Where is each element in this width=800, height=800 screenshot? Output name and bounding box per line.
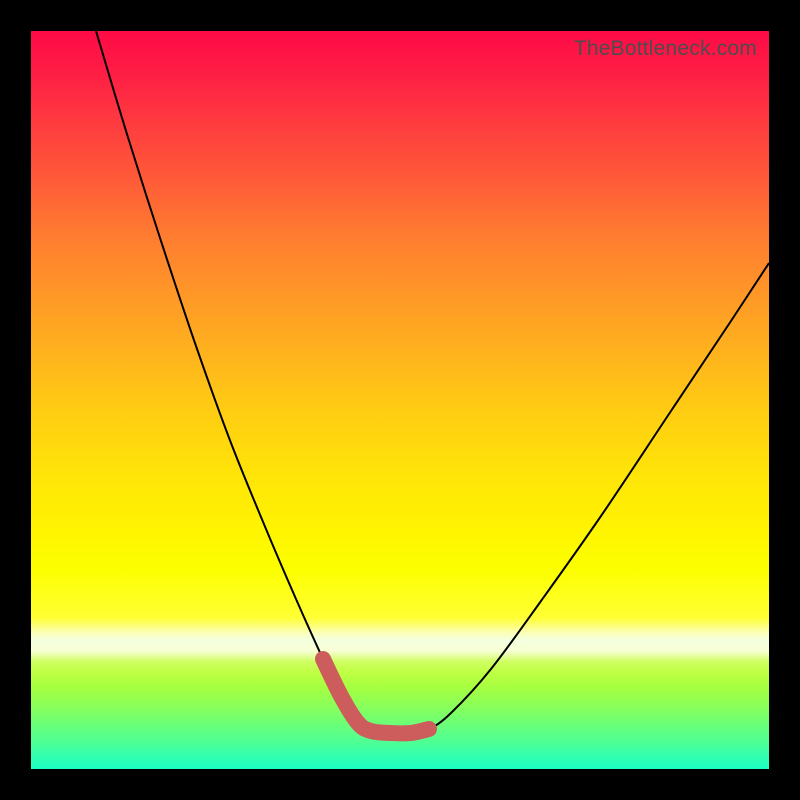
chart-plot-area: TheBottleneck.com [31,31,769,769]
curve-svg [31,31,769,769]
trough-highlight [323,659,429,733]
bottleneck-curve [96,31,769,733]
